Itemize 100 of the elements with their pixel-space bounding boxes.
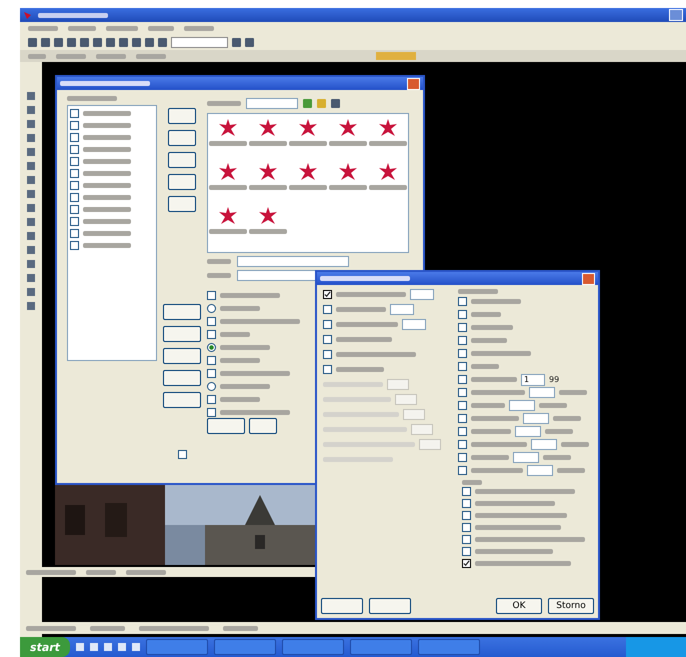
checkbox[interactable] (458, 440, 467, 449)
checkbox[interactable] (323, 350, 332, 359)
checkbox[interactable] (70, 145, 79, 154)
checkbox[interactable] (70, 121, 79, 130)
checkbox[interactable] (207, 395, 216, 404)
blurred-label (209, 185, 247, 190)
input-field[interactable] (410, 289, 434, 300)
checkbox[interactable] (462, 499, 471, 508)
folder-dropdown[interactable] (246, 98, 298, 108)
checkbox[interactable] (458, 414, 467, 423)
checkbox[interactable] (70, 157, 79, 166)
checkbox[interactable] (70, 109, 79, 118)
checkbox[interactable] (323, 320, 332, 329)
number-field[interactable]: 1 (521, 374, 545, 386)
push-button[interactable] (168, 196, 196, 212)
input-field[interactable] (509, 400, 535, 411)
checkbox[interactable] (207, 317, 216, 326)
radio-button[interactable] (207, 382, 216, 391)
input-field[interactable] (171, 36, 228, 48)
checkbox[interactable] (458, 310, 467, 319)
checkbox[interactable] (462, 535, 471, 544)
blurred-label (28, 54, 46, 58)
input-field[interactable] (527, 465, 553, 476)
blurred-label (458, 289, 498, 294)
push-button[interactable] (168, 152, 196, 168)
push-button[interactable] (163, 304, 201, 320)
start-button[interactable]: start (20, 637, 70, 657)
checkbox[interactable] (207, 408, 216, 417)
blurred-label (184, 26, 214, 30)
checkbox[interactable] (70, 229, 79, 238)
push-button[interactable] (369, 598, 411, 614)
checkbox[interactable] (458, 453, 467, 462)
blurred-label (543, 455, 571, 460)
checkbox[interactable] (462, 559, 471, 568)
checkbox[interactable] (70, 241, 79, 250)
checkbox[interactable] (323, 335, 332, 344)
checkbox[interactable] (70, 205, 79, 214)
radio-button[interactable] (207, 343, 216, 352)
input-field[interactable] (515, 426, 541, 437)
blurred-label (83, 219, 131, 224)
checkbox[interactable] (323, 305, 332, 314)
checkbox[interactable] (207, 330, 216, 339)
input-field[interactable] (513, 452, 539, 463)
checkbox[interactable] (458, 323, 467, 332)
checkbox[interactable] (178, 450, 186, 459)
input-field[interactable] (237, 256, 349, 267)
window-button[interactable] (669, 9, 683, 21)
push-button[interactable] (321, 598, 363, 614)
checkbox[interactable] (462, 547, 471, 556)
blurred-label (471, 364, 499, 369)
dialog-button[interactable]: Storno (548, 598, 594, 614)
color-swatch-strip (376, 52, 416, 60)
checkbox[interactable] (207, 291, 216, 300)
blurred-label (83, 207, 131, 212)
checkbox[interactable] (462, 511, 471, 520)
checkbox[interactable] (458, 427, 467, 436)
blurred-label (329, 185, 367, 190)
checkbox[interactable] (458, 297, 467, 306)
checkbox[interactable] (462, 487, 471, 496)
input-field[interactable] (390, 304, 414, 315)
checkbox[interactable] (458, 388, 467, 397)
checkbox[interactable] (458, 336, 467, 345)
checkbox[interactable] (458, 401, 467, 410)
checkbox[interactable] (323, 290, 332, 299)
checkbox[interactable] (458, 466, 467, 475)
checkbox[interactable] (70, 217, 79, 226)
push-button[interactable] (168, 108, 196, 124)
range-max: 99 (549, 375, 560, 384)
checkbox[interactable] (458, 362, 467, 371)
blurred-label (56, 54, 86, 58)
push-button[interactable] (168, 130, 196, 146)
checkbox[interactable] (70, 133, 79, 142)
checkbox[interactable] (70, 181, 79, 190)
checkbox[interactable] (70, 169, 79, 178)
blurred-label (220, 358, 260, 363)
push-button[interactable] (163, 370, 201, 386)
input-field[interactable] (523, 413, 549, 424)
checkbox[interactable] (458, 349, 467, 358)
radio-button[interactable] (207, 304, 216, 313)
checkbox[interactable] (323, 365, 332, 374)
blurred-label (369, 185, 407, 190)
blurred-label (471, 442, 527, 447)
push-button[interactable] (207, 418, 245, 434)
close-button[interactable] (582, 272, 595, 284)
push-button[interactable] (163, 392, 201, 408)
push-button[interactable] (163, 326, 201, 342)
input-field[interactable] (402, 319, 426, 330)
checkbox[interactable] (207, 369, 216, 378)
blurred-label (220, 345, 270, 350)
push-button[interactable] (249, 418, 277, 434)
push-button[interactable] (163, 348, 201, 364)
checkbox[interactable] (207, 356, 216, 365)
close-button[interactable] (407, 78, 420, 90)
input-field[interactable] (531, 439, 557, 450)
dialog-button[interactable]: OK (496, 598, 542, 614)
push-button[interactable] (168, 174, 196, 190)
checkbox[interactable] (70, 193, 79, 202)
input-field[interactable] (529, 387, 555, 398)
checkbox[interactable] (462, 523, 471, 532)
checkbox[interactable] (458, 375, 467, 384)
